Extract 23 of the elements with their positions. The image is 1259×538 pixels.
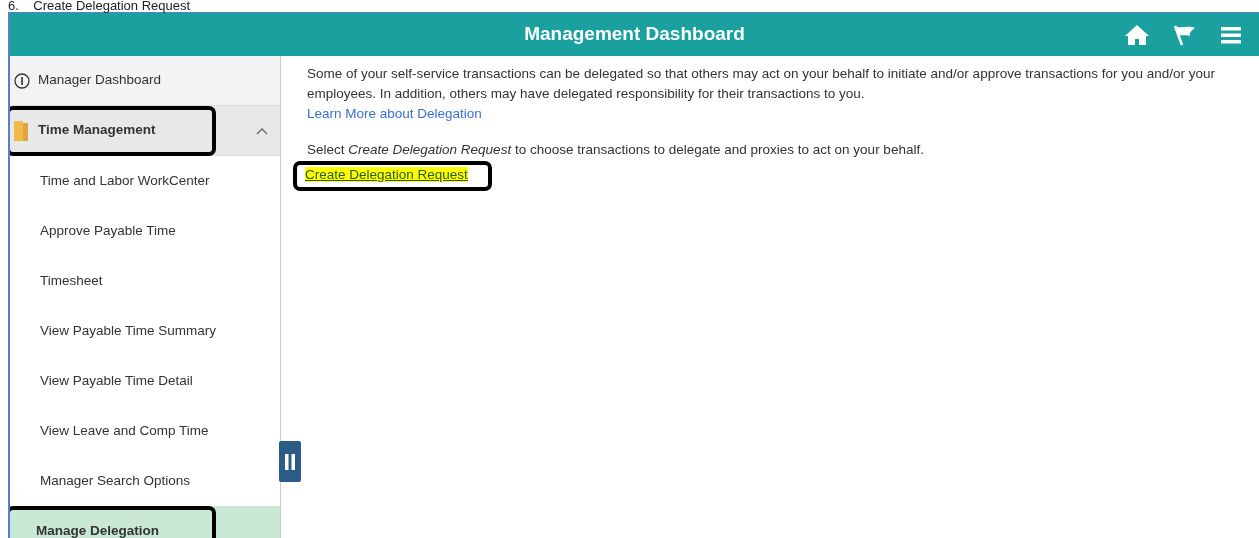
sidebar-item[interactable]: Timesheet — [10, 256, 103, 306]
create-delegation-link[interactable]: Create Delegation Request — [305, 166, 468, 182]
sidebar-item[interactable]: Time and Labor WorkCenter — [10, 156, 210, 206]
header-title: Management Dashboard — [524, 22, 745, 47]
instruction-text: Select Create Delegation Request to choose transactions to delegate and proxies to act on your behalf. — [307, 141, 925, 160]
sidebar-item[interactable]: View Payable Time Summary — [10, 306, 217, 356]
menu-icon[interactable] — [1221, 25, 1241, 44]
sidebar-label: Manager Dashboard — [38, 71, 162, 90]
sidebar-item[interactable]: View Payable Time Detail — [10, 356, 193, 406]
home-icon[interactable] — [1125, 23, 1149, 46]
chevron-up-icon[interactable] — [256, 126, 268, 135]
sidebar-item[interactable]: Approve Payable Time — [10, 206, 176, 256]
learn-more-link[interactable]: Learn More about Delegation — [307, 104, 482, 125]
document-heading: 6. Create Delegation Request — [7, 0, 192, 12]
sidebar-item[interactable]: View Leave and Comp Time — [10, 406, 209, 456]
collapse-handle[interactable] — [279, 441, 301, 482]
group-label[interactable]: Time Management — [38, 120, 156, 141]
sidebar-item[interactable]: Manage Delegation — [10, 506, 216, 538]
sidebar-item[interactable]: Manager Search Options — [10, 456, 191, 506]
intro-text: Some of your self-service transactions can be delegated so that others may act on your behalf to initiate and/or approve transactions for you and/or your employees. In addition, others may have delegated responsibility for their transactions to you. — [307, 65, 1216, 103]
flag-icon[interactable] — [1173, 23, 1197, 46]
folder-icon — [14, 120, 30, 141]
info-icon — [14, 72, 30, 89]
